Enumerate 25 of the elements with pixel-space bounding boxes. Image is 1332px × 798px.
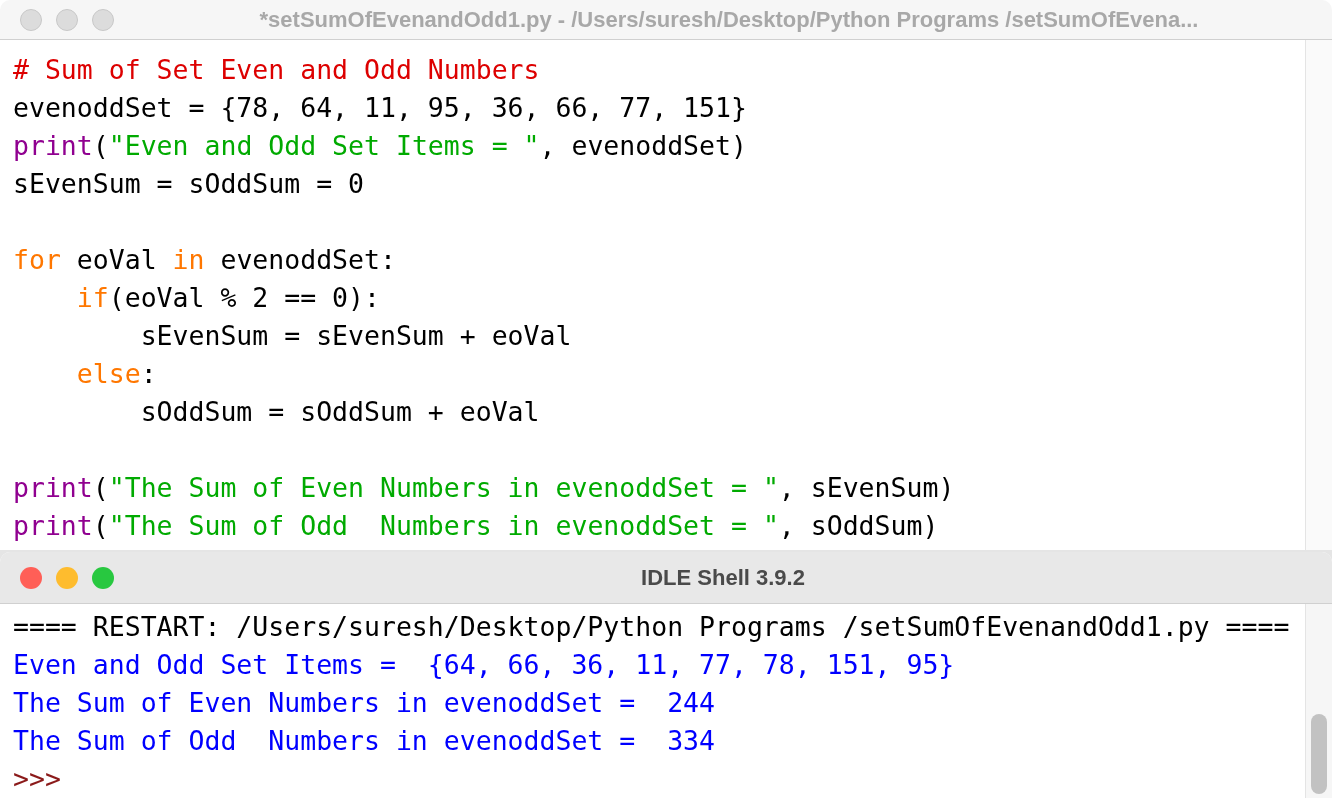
code-line: evenoddSet = {78, 64, 11, 95, 36, 66, 77, 151}	[13, 91, 747, 125]
code-line: sEvenSum = sEvenSum + eoVal	[139, 319, 572, 353]
output-line: The Sum of Even Numbers in evenoddSet = 244	[13, 686, 715, 720]
code-line: print("The Sum of Even Numbers in evenoddSet = ", sEvenSum)	[13, 471, 955, 505]
zoom-button[interactable]	[92, 566, 114, 589]
scrollbar-thumb[interactable]	[1311, 714, 1327, 794]
output-line: The Sum of Odd Numbers in evenoddSet = 334	[13, 724, 715, 758]
shell-prompt: >>>	[13, 762, 61, 796]
code-line: sOddSum = sOddSum + eoVal	[139, 395, 540, 429]
code-line: sEvenSum = sOddSum = 0	[13, 167, 364, 201]
output-line: Even and Odd Set Items = {64, 66, 36, 11, 77, 78, 151, 95}	[13, 648, 955, 682]
code-line: for eoVal in evenoddSet:	[13, 243, 396, 277]
close-button[interactable]	[20, 8, 42, 31]
minimize-button[interactable]	[56, 566, 78, 589]
zoom-button[interactable]	[92, 8, 114, 31]
close-button[interactable]	[20, 566, 42, 589]
code-line: print("Even and Odd Set Items = ", evenoddSet)	[13, 129, 747, 163]
minimize-button[interactable]	[56, 8, 78, 31]
output-line: ==== RESTART: /Users/suresh/Desktop/Python Programs /setSumOfEvenandOdd1.py ====	[13, 610, 1290, 644]
window-title: *setSumOfEvenandOdd1.py - /Users/suresh/Desktop/Python Programs /setSumOfEvena...	[258, 6, 1199, 34]
code-line: # Sum of Set Even and Odd Numbers	[13, 53, 540, 87]
code-line: if(eoVal % 2 == 0):	[75, 281, 380, 315]
code-line: else:	[75, 357, 157, 391]
code-line: print("The Sum of Odd Numbers in evenoddSet = ", sOddSum)	[13, 509, 939, 543]
window-title: IDLE Shell 3.9.2	[641, 564, 805, 592]
